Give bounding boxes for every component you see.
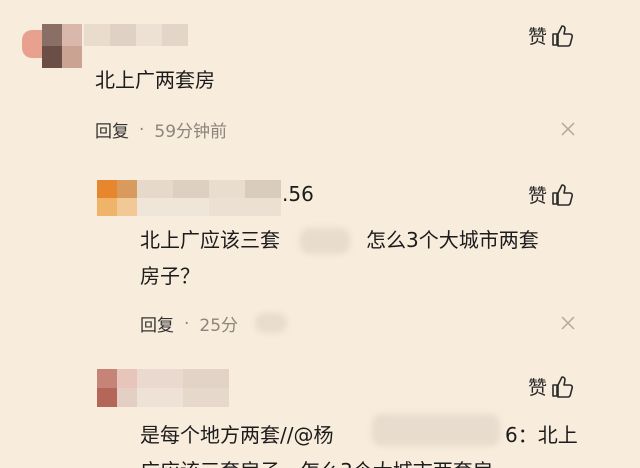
comment-text-part: 怎么3个大城市两套 xyxy=(366,228,539,252)
comment-meta: 回复 · 25分 xyxy=(140,311,239,337)
like-label: 赞 xyxy=(528,377,548,399)
timestamp: 59分钟前 xyxy=(154,122,228,142)
like-label: 赞 xyxy=(528,26,548,48)
username-suffix: .56 xyxy=(282,182,314,206)
like-button[interactable]: 赞 xyxy=(528,181,575,208)
redacted-mention xyxy=(372,414,500,446)
like-button[interactable]: 赞 xyxy=(528,373,575,400)
comment-thread: 赞 北上广两套房 回复 · 59分钟前 .56 赞 北上广应该三套 怎么3个大城… xyxy=(0,0,640,468)
comment-text-part: 北上广应该三套 xyxy=(140,228,280,252)
close-icon[interactable] xyxy=(560,315,576,331)
meta-separator: · xyxy=(184,313,190,334)
username-blurred[interactable] xyxy=(137,369,229,407)
redacted-mention xyxy=(300,228,350,254)
reply-button[interactable]: 回复 xyxy=(95,117,129,142)
comment-text: 北上广两套房 xyxy=(95,68,215,92)
close-icon[interactable] xyxy=(560,121,576,137)
username-blurred[interactable] xyxy=(137,180,281,216)
like-button[interactable]: 赞 xyxy=(528,22,575,49)
timestamp: 25分 xyxy=(199,316,239,336)
comment-text-line: 广应该三套房子，怎么3个大城市两套房 xyxy=(140,453,493,468)
redacted-timestamp xyxy=(255,313,287,333)
username-blurred[interactable] xyxy=(84,24,188,46)
avatar[interactable] xyxy=(97,180,137,216)
meta-separator: · xyxy=(139,119,145,140)
comment-text-part: 6：北上 xyxy=(505,423,578,447)
comment-text-part: 是每个地方两套//@杨 xyxy=(140,423,334,447)
avatar[interactable] xyxy=(22,24,82,68)
thumbs-up-icon xyxy=(552,183,574,206)
avatar[interactable] xyxy=(97,369,137,407)
reply-button[interactable]: 回复 xyxy=(140,311,174,336)
like-label: 赞 xyxy=(528,185,548,207)
thumbs-up-icon xyxy=(552,375,574,398)
thumbs-up-icon xyxy=(552,24,574,47)
comment-meta: 回复 · 59分钟前 xyxy=(95,117,228,143)
comment-text-line: 房子？ xyxy=(140,264,200,288)
